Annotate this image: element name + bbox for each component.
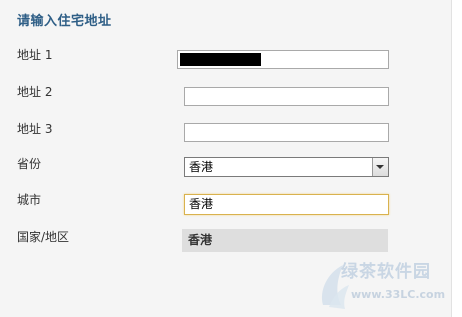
province-label: 省份 [17,157,42,171]
address2-field[interactable] [184,87,389,106]
address1-label: 地址 1 [17,48,53,62]
province-select[interactable]: 香港 [184,157,389,177]
form-title: 请输入住宅地址 [17,14,112,29]
city-field[interactable]: 香港 [184,194,389,215]
address2-label: 地址 2 [17,85,53,99]
country-readonly-value: 香港 [182,229,388,252]
address3-label: 地址 3 [17,122,53,136]
province-selected-value: 香港 [189,160,214,174]
city-value: 香港 [189,197,214,211]
city-label: 城市 [17,193,42,207]
address-form-panel: 请输入住宅地址 地址 1 地址 2 地址 3 省份 香港 城市 香港 国家/地区… [0,0,452,317]
address1-field[interactable] [177,50,389,69]
address3-field[interactable] [184,123,389,142]
redaction-block [180,53,261,66]
dropdown-arrow-icon[interactable] [372,158,388,176]
country-label: 国家/地区 [17,230,70,244]
